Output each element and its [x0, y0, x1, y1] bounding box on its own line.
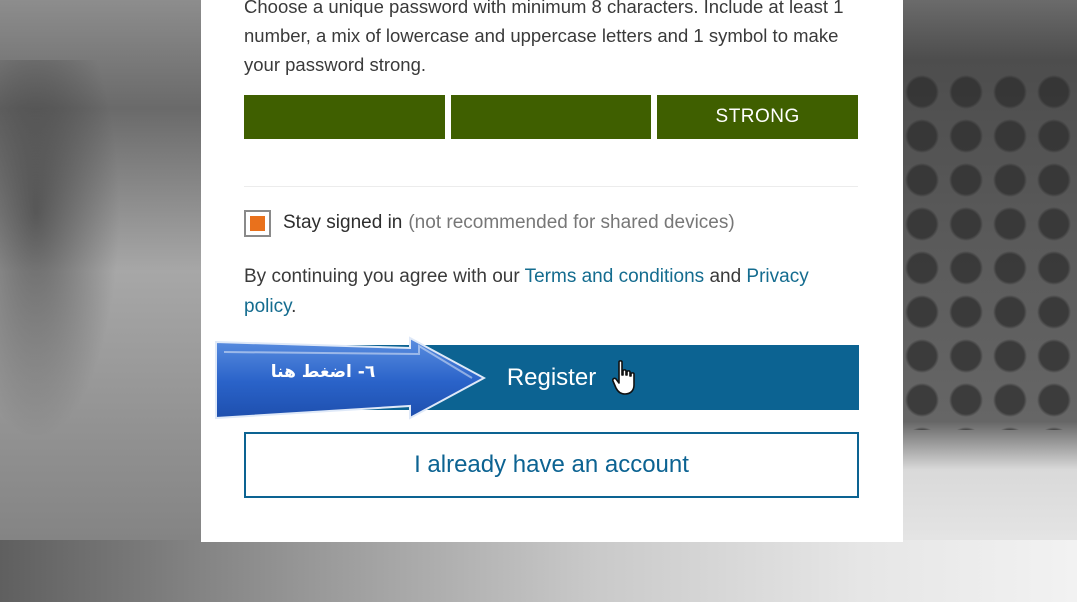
divider — [244, 186, 858, 187]
hand-pointer-icon — [612, 360, 635, 395]
checkbox-checked-mark — [250, 215, 265, 231]
background-keyboard — [880, 0, 1077, 602]
agreement-prefix: By continuing you agree with our — [244, 266, 520, 287]
password-hint: Choose a unique password with minimum 8 … — [244, 0, 844, 75]
background-left — [0, 0, 220, 602]
agreement-suffix: . — [291, 296, 297, 317]
strength-segment-2 — [450, 95, 652, 139]
agreement-and: and — [709, 266, 742, 287]
strength-segment-1 — [244, 95, 445, 139]
strength-segment-3: STRONG — [657, 95, 859, 139]
arrow-annotation-text: ٦- اضغط هنا — [270, 362, 376, 382]
register-button-label: Register — [506, 363, 597, 391]
background-bottom — [0, 540, 1077, 602]
stay-signed-in-label[interactable]: Stay signed in — [283, 212, 402, 234]
password-strength-meter: STRONG — [244, 95, 859, 139]
agreement-text: By continuing you agree with our Terms a… — [244, 262, 864, 322]
stay-signed-in-checkbox[interactable] — [244, 209, 271, 237]
terms-link[interactable]: Terms and conditions — [525, 266, 705, 287]
stay-signed-in-note: (not recommended for shared devices) — [408, 212, 735, 233]
stay-signed-in-row[interactable]: Stay signed in (not recommended for shar… — [244, 208, 735, 238]
existing-account-button[interactable]: I already have an account — [244, 432, 859, 498]
existing-account-label: I already have an account — [414, 451, 689, 478]
